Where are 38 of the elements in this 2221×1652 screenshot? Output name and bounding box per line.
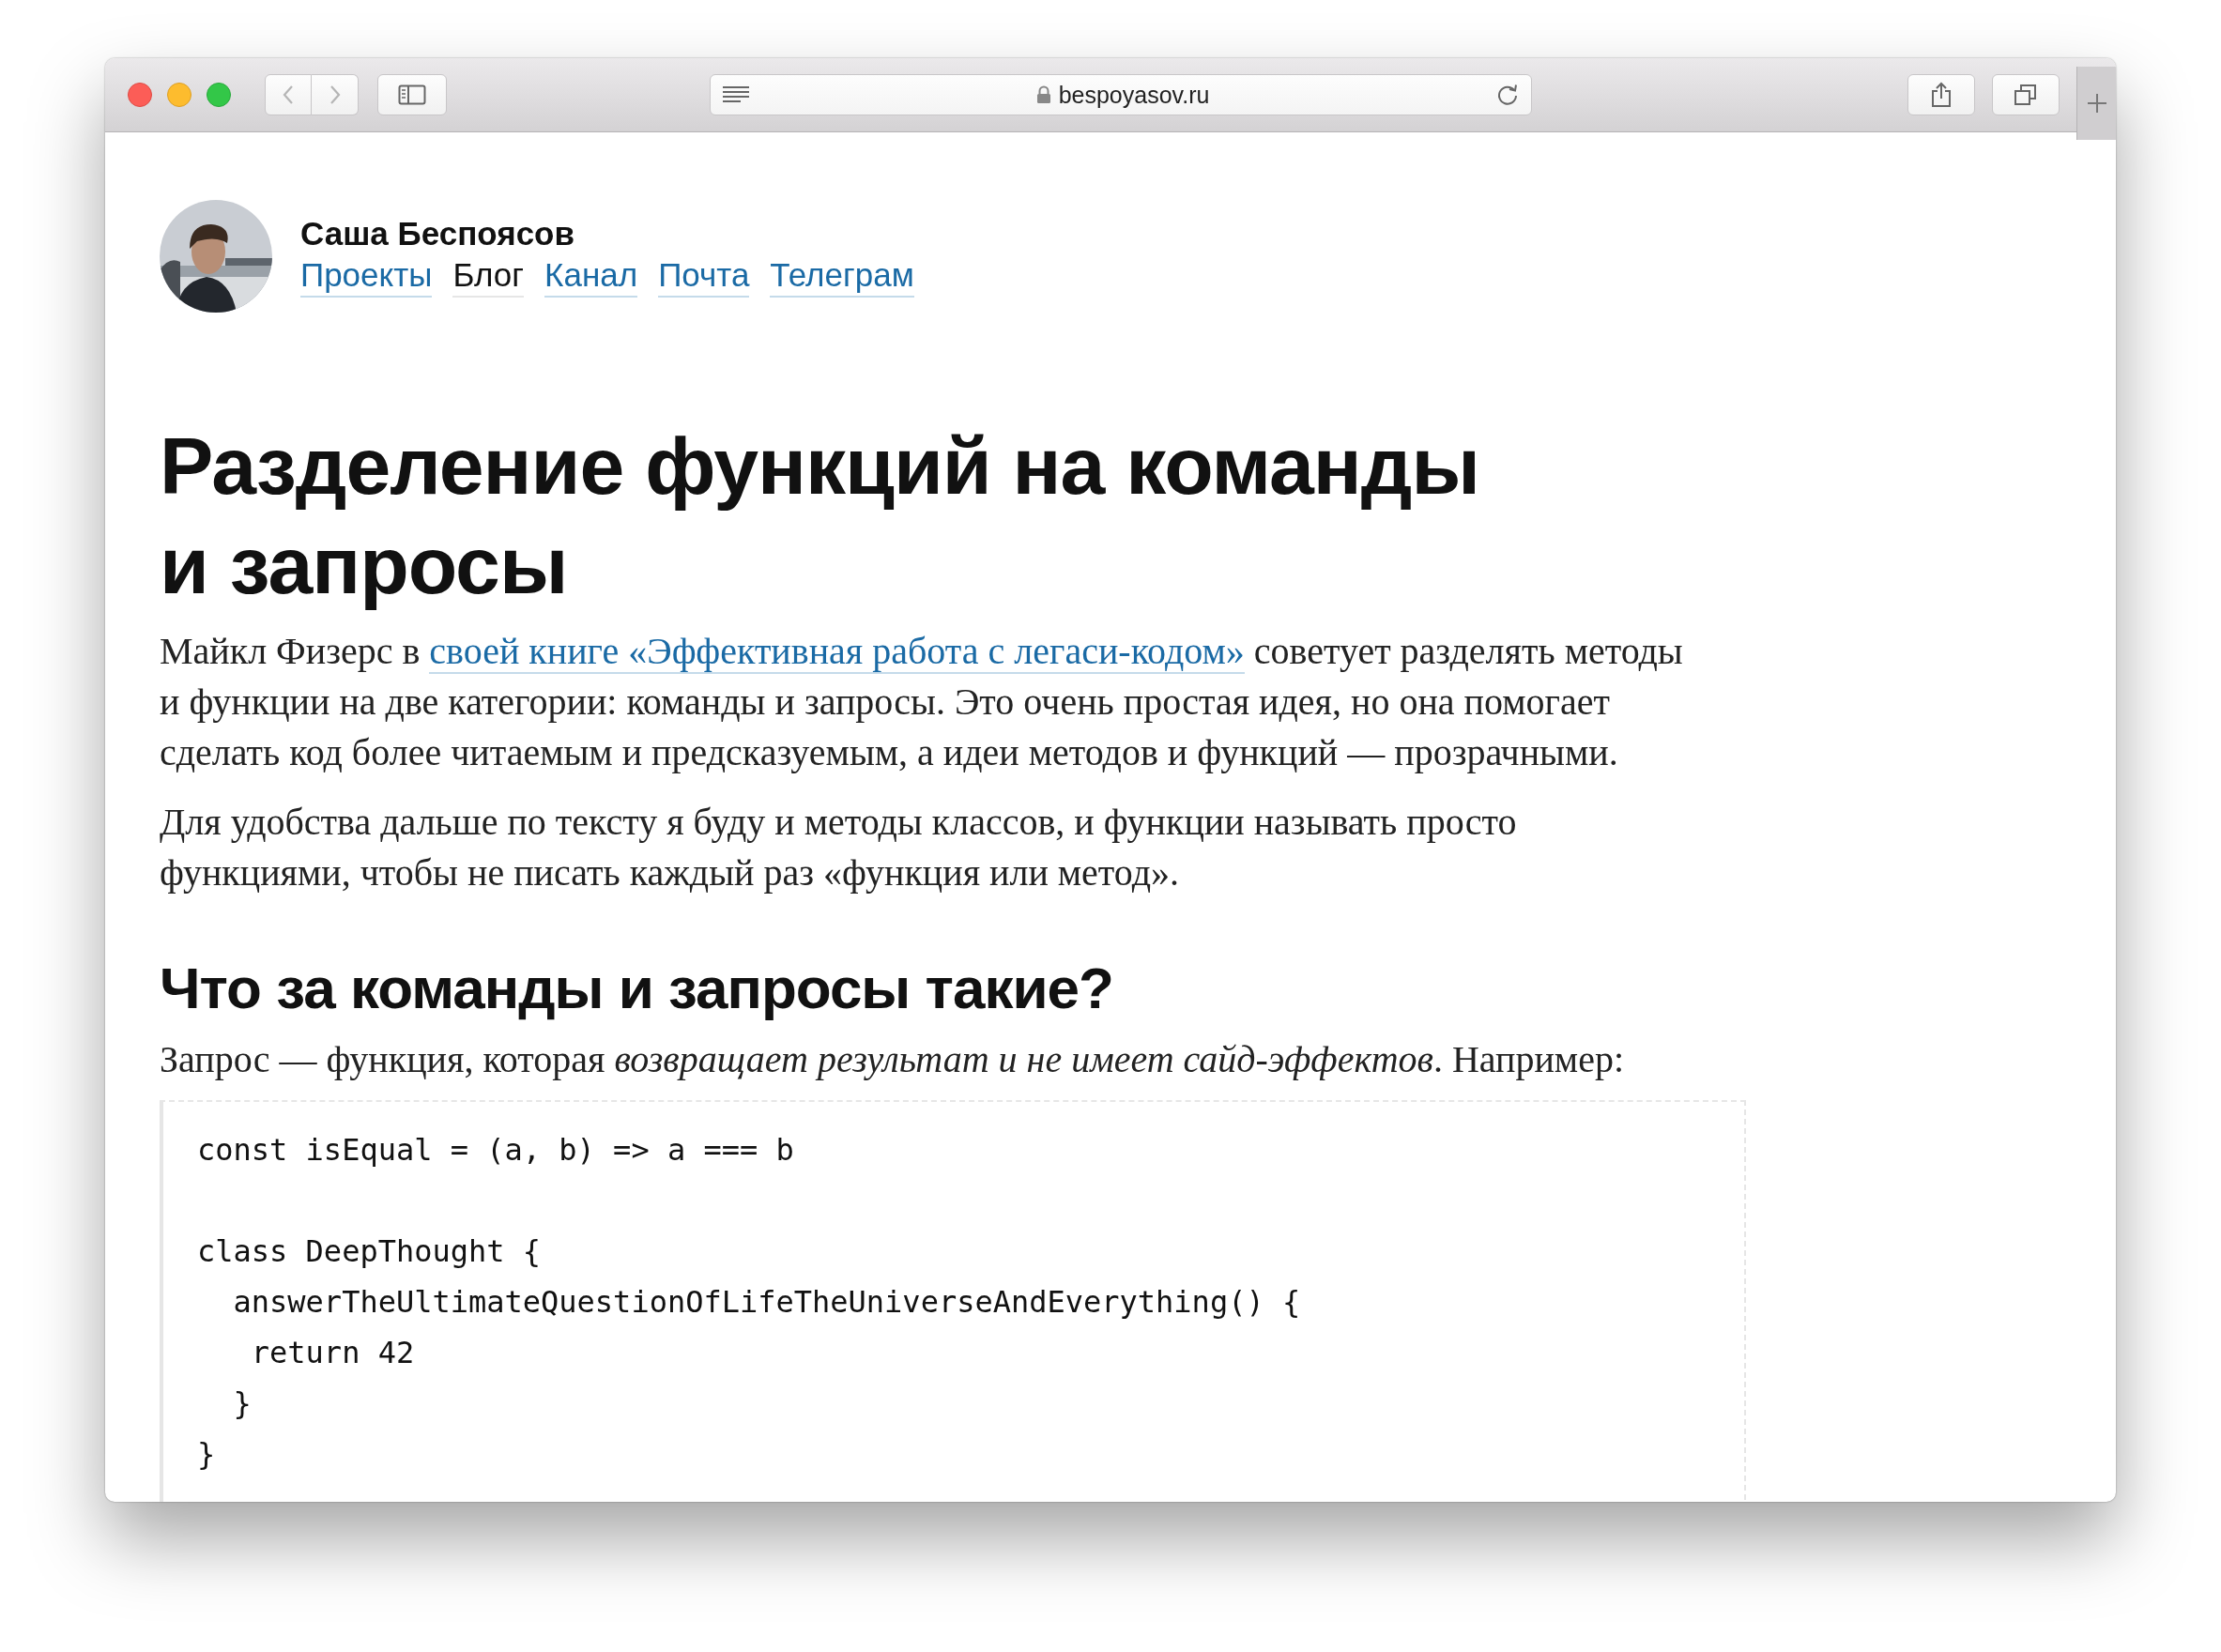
nav-link[interactable]: Проекты (300, 256, 433, 298)
plus-icon (2085, 92, 2108, 115)
forward-button[interactable] (312, 74, 359, 115)
article-title: Разделение функций на команды и запросы (160, 420, 1480, 612)
sidebar-icon (398, 84, 426, 105)
code-line: class DeepThought { (197, 1233, 542, 1269)
reader-icon[interactable] (722, 85, 750, 104)
author-name: Саша Беспоясов (300, 215, 575, 252)
book-link[interactable]: своей книге «Эффективная работа с легаси-кодом» (429, 630, 1245, 674)
share-button[interactable] (1907, 74, 1975, 115)
section-heading: Что за команды и запросы такие? (160, 955, 1114, 1021)
tabs-overview-button[interactable] (1992, 74, 2060, 115)
code-line: answerTheUltimateQuestionOfLifeTheUniverseAndEverything() { (232, 1284, 1301, 1320)
code-line: return 42 (250, 1335, 415, 1370)
reload-icon[interactable] (1495, 83, 1520, 107)
code-line: } (197, 1436, 216, 1472)
forward-icon (329, 85, 340, 104)
code-line: const isEqual = (a, b) => a === b (197, 1132, 794, 1168)
nav-link[interactable]: Почта (658, 256, 750, 298)
tabs-icon (2014, 84, 2038, 106)
paragraph: Для удобства дальше по тексту я буду и методы классов, и функции называть просто функциями, чтобы не писать каждый раз «функция или метод». (160, 800, 1518, 895)
code-line: } (232, 1385, 252, 1421)
url-text: bespoyasov.ru (1058, 81, 1210, 109)
paragraph: Запрос — функция, которая возвращает результат и не имеет сайд-эффектов. Например: (160, 1037, 1626, 1082)
nav-link[interactable]: Канал (544, 256, 638, 298)
back-icon (283, 85, 293, 104)
address-bar[interactable]: bespoyasov.ru (710, 74, 1532, 115)
intro-paragraph: Майкл Физерс в своей книге «Эффективная работа с легаси-кодом» советует разделять методы и функции на две категории: команды и запросы. Это очень простая идея, но она помогает сделать код более читаемым и предсказуемым, а идеи методов и функций — прозрачными. (160, 629, 1684, 775)
close-icon[interactable] (128, 83, 152, 107)
zoom-icon[interactable] (207, 83, 231, 107)
new-tab-button[interactable] (2076, 67, 2116, 140)
nav-link[interactable]: Телеграм (770, 256, 914, 298)
share-icon (1931, 82, 1952, 108)
back-button[interactable] (265, 74, 312, 115)
sidebar-button[interactable] (377, 74, 447, 115)
minimize-icon[interactable] (167, 83, 191, 107)
lock-icon (1035, 85, 1051, 104)
nav-link[interactable]: Блог (452, 256, 525, 298)
